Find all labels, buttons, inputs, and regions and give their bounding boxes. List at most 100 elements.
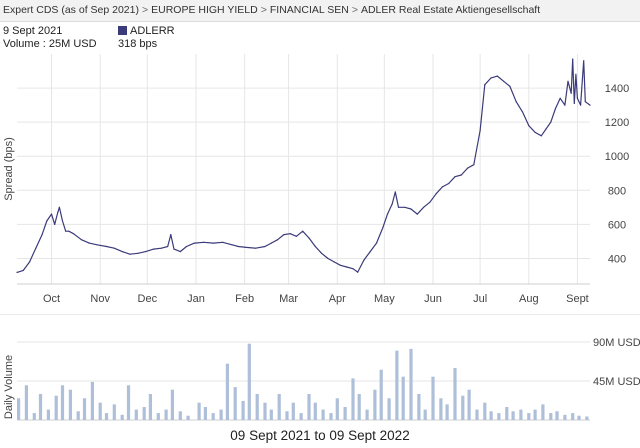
volume-bar: [335, 398, 339, 420]
volume-bar: [343, 407, 347, 420]
x-tick-label: Jan: [187, 293, 205, 305]
volume-bar: [519, 409, 523, 420]
volume-bar: [148, 394, 152, 420]
breadcrumb-item[interactable]: EUROPE HIGH YIELD: [151, 4, 258, 16]
data-point: [72, 233, 75, 235]
data-point: [68, 230, 70, 232]
breadcrumb-item[interactable]: FINANCIAL SEN: [270, 4, 349, 16]
data-point: [58, 206, 61, 208]
x-tick-label: May: [374, 293, 395, 305]
volume-bar: [98, 402, 102, 420]
breadcrumb-separator: >: [351, 4, 358, 16]
volume-bar: [395, 350, 399, 420]
volume-bar: [142, 407, 146, 420]
breadcrumb: Expert CDS (as of Sep 2021) > EUROPE HIGH …: [0, 0, 640, 22]
x-tick-label: Feb: [235, 293, 254, 305]
y-axis-label: Spread (bps): [3, 137, 15, 201]
data-point: [289, 233, 291, 235]
volume-bar: [571, 413, 575, 420]
hover-info: 9 Sept 2021 Volume : 25M USD: [3, 25, 97, 51]
data-point: [277, 239, 279, 241]
data-point: [429, 201, 431, 203]
volume-bar: [60, 385, 65, 420]
spread-chart[interactable]: Oct Nov Dec Jan Feb Mar Apr May Jun Jul Aug Sept 400…: [0, 50, 640, 310]
volume-bar: [549, 413, 553, 420]
data-point: [270, 242, 272, 244]
data-point: [173, 248, 175, 250]
data-point: [467, 167, 469, 169]
data-point: [57, 211, 59, 213]
data-point: [580, 104, 582, 106]
volume-bar: [373, 389, 377, 420]
volume-bar: [197, 402, 201, 420]
data-point: [54, 223, 56, 225]
data-point: [61, 220, 64, 222]
data-point: [441, 186, 443, 188]
data-point: [339, 264, 341, 266]
x-tick-label: Jul: [473, 293, 487, 305]
volume-bar: [247, 343, 251, 420]
volume-bar: [178, 411, 182, 420]
series-legend[interactable]: ADLERR 318 bps: [118, 25, 175, 51]
volume-bar: [46, 409, 50, 420]
data-point: [515, 101, 517, 103]
data-point: [222, 241, 224, 243]
volume-bar: [120, 414, 124, 420]
volume-bar: [329, 413, 333, 420]
volume-bar: [417, 394, 421, 420]
data-point: [416, 213, 418, 215]
volume-bar: [533, 409, 537, 420]
volume-bar: [467, 389, 471, 420]
data-point: [41, 234, 43, 236]
data-point: [410, 208, 412, 210]
data-point: [193, 242, 195, 244]
volume-bar: [38, 394, 43, 420]
data-point: [575, 73, 577, 75]
data-point: [382, 227, 384, 229]
data-point: [404, 206, 406, 208]
data-point: [357, 271, 359, 273]
volume-bar: [313, 402, 317, 420]
x-tick-label: Dec: [138, 293, 158, 305]
x-tick-label: Aug: [519, 293, 539, 305]
data-point: [113, 247, 115, 249]
data-point: [16, 271, 18, 273]
volume-bar: [186, 415, 190, 420]
data-point: [29, 261, 31, 263]
date-range-label: 09 Sept 2021 to 09 Sept 2022: [230, 428, 410, 443]
volume-chart[interactable]: 45M USD 90M USD Daily Volume: [0, 314, 640, 426]
data-point: [375, 242, 378, 244]
data-point: [490, 77, 492, 79]
data-point: [369, 251, 371, 253]
y-tick-label: 45M USD: [593, 376, 640, 388]
y-tick-label: 90M USD: [593, 337, 640, 349]
volume-bar: [32, 413, 36, 420]
data-point: [583, 60, 585, 62]
volume-bar: [90, 381, 94, 420]
volume-bar: [156, 413, 160, 420]
data-point: [129, 253, 131, 255]
hover-date: 9 Sept 2021: [3, 25, 63, 37]
data-point: [363, 259, 365, 261]
breadcrumb-item[interactable]: Expert CDS (as of Sep 2021): [3, 4, 139, 16]
volume-bar: [203, 407, 207, 420]
volume-bar: [357, 394, 361, 420]
breadcrumb-item[interactable]: ADLER Real Estate Aktiengesellschaft: [361, 4, 540, 16]
data-point: [255, 247, 257, 249]
volume-bar: [387, 398, 391, 420]
volume-bar: [505, 407, 509, 420]
volume-bar: [76, 411, 80, 420]
data-point: [540, 135, 542, 137]
volume-bar: [299, 413, 303, 420]
data-point: [550, 121, 552, 123]
volume-bar: [563, 414, 567, 420]
data-point: [264, 245, 266, 248]
data-point: [333, 261, 335, 263]
data-point: [534, 131, 536, 133]
y-tick-label: 600: [608, 219, 626, 231]
data-point: [105, 245, 108, 248]
volume-bar: [321, 409, 325, 420]
volume-bar: [489, 411, 493, 420]
data-point: [528, 125, 530, 127]
x-tick-label: Oct: [43, 293, 60, 305]
